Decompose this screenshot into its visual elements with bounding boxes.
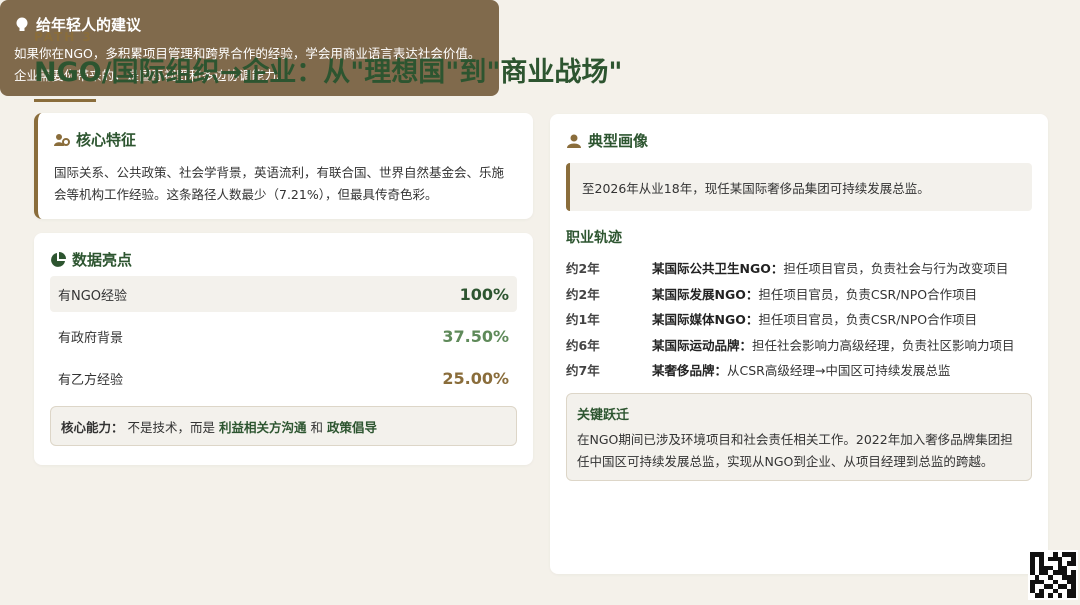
core-traits-title: 核心特征 bbox=[76, 131, 137, 149]
timeline-desc: 从CSR高级经理→中国区可持续发展总监 bbox=[727, 363, 951, 379]
qr-cell bbox=[1071, 593, 1076, 598]
stat-value: 37.50% bbox=[442, 326, 509, 346]
timeline-period: 约2年 bbox=[566, 286, 600, 302]
qr-code-icon[interactable] bbox=[1028, 550, 1078, 600]
data-highlights-title: 数据亮点 bbox=[72, 251, 133, 269]
key-transition-text: 在NGO期间已涉及环境项目和社会责任相关工作。2022年加入奢侈品牌集团担任中国… bbox=[577, 431, 1013, 469]
stat-label: 有NGO经验 bbox=[58, 288, 128, 304]
stat-row-vendor: 有乙方经验 25.00% bbox=[50, 360, 517, 396]
stat-label: 有政府背景 bbox=[58, 330, 124, 346]
timeline-period: 约2年 bbox=[566, 261, 600, 277]
timeline-item: 约6年 某国际运动品牌： 担任社会影响力高级经理，负责社区影响力项目 bbox=[566, 332, 1032, 358]
timeline-org: 某奢侈品牌： bbox=[652, 363, 728, 379]
timeline-desc: 担任项目官员，负责CSR/NPO合作项目 bbox=[758, 312, 978, 328]
timeline-item: 约2年 某国际发展NGO： 担任项目官员，负责CSR/NPO合作项目 bbox=[566, 281, 1032, 307]
career-timeline: 约2年 某国际公共卫生NGO： 担任项目官员，负责社会与行为改变项目 约2年 某… bbox=[566, 255, 1032, 383]
timeline-org: 某国际运动品牌： bbox=[652, 337, 753, 353]
core-traits-heading: 核心特征 bbox=[54, 129, 515, 150]
timeline-desc: 担任社会影响力高级经理，负责社区影响力项目 bbox=[752, 337, 1015, 353]
stat-row-government: 有政府背景 37.50% bbox=[50, 318, 517, 354]
typical-profile-card: 典型画像 至2026年从业18年，现任某国际奢侈品集团可持续发展总监。 职业轨迹… bbox=[550, 114, 1048, 574]
stat-label: 有乙方经验 bbox=[58, 372, 124, 388]
timeline-period: 约6年 bbox=[566, 337, 600, 353]
timeline-period: 约7年 bbox=[566, 363, 600, 379]
path-label: PATH 3 bbox=[34, 30, 93, 44]
timeline-org: 某国际媒体NGO： bbox=[652, 312, 759, 328]
header: PATH 3 NGO/国际组织→企业：从"理想国"到"商业战场" bbox=[34, 30, 622, 102]
timeline-desc: 担任项目官员，负责CSR/NPO合作项目 bbox=[758, 286, 978, 302]
stat-row-ngo: 有NGO经验 100% bbox=[50, 276, 517, 312]
profile-heading: 典型画像 bbox=[566, 130, 1032, 151]
core-traits-text: 国际关系、公共政策、社会学背景，英语流利，有联合国、世界自然基金会、乐施会等机构… bbox=[54, 165, 505, 202]
timeline-item: 约1年 某国际媒体NGO： 担任项目官员，负责CSR/NPO合作项目 bbox=[566, 306, 1032, 332]
lightbulb-icon bbox=[14, 17, 30, 33]
stat-value: 25.00% bbox=[442, 368, 509, 388]
data-highlights-card: 数据亮点 有NGO经验 100% 有政府背景 37.50% 有乙方经验 25.0… bbox=[34, 233, 533, 465]
timeline-org: 某国际公共卫生NGO： bbox=[652, 261, 784, 277]
core-traits-card: 核心特征 国际关系、公共政策、社会学背景，英语流利，有联合国、世界自然基金会、乐… bbox=[34, 113, 533, 219]
profile-bio: 至2026年从业18年，现任某国际奢侈品集团可持续发展总监。 bbox=[566, 163, 1032, 211]
timeline-org: 某国际发展NGO： bbox=[652, 286, 759, 302]
core-ability-highlight-1: 利益相关方沟通 bbox=[218, 419, 307, 435]
qr-pattern bbox=[1030, 552, 1076, 598]
core-ability-label: 核心能力： bbox=[61, 419, 124, 435]
timeline-item: 约7年 某奢侈品牌： 从CSR高级经理→中国区可持续发展总监 bbox=[566, 357, 1032, 383]
page-title: NGO/国际组织→企业：从"理想国"到"商业战场" bbox=[34, 57, 623, 88]
core-ability-pre: 不是技术，而是 bbox=[123, 419, 219, 435]
users-gear-icon bbox=[54, 132, 70, 148]
pie-chart-icon bbox=[50, 251, 66, 268]
core-ability-highlight-2: 政策倡导 bbox=[326, 419, 377, 435]
stat-value: 100% bbox=[459, 284, 509, 304]
timeline-item: 约2年 某国际公共卫生NGO： 担任项目官员，负责社会与行为改变项目 bbox=[566, 255, 1032, 281]
core-ability-mid: 和 bbox=[306, 419, 327, 435]
profile-title: 典型画像 bbox=[588, 132, 649, 150]
key-transition-box: 关键跃迁 在NGO期间已涉及环境项目和社会责任相关工作。2022年加入奢侈品牌集… bbox=[566, 392, 1032, 481]
core-ability-box: 核心能力： 不是技术，而是 利益相关方沟通 和 政策倡导 bbox=[50, 406, 517, 446]
timeline-period: 约1年 bbox=[566, 312, 600, 328]
title-underline bbox=[34, 99, 96, 102]
career-heading: 职业轨迹 bbox=[566, 230, 622, 246]
key-transition-title: 关键跃迁 bbox=[577, 407, 630, 423]
data-highlights-heading: 数据亮点 bbox=[50, 249, 517, 270]
user-icon bbox=[566, 133, 582, 149]
timeline-desc: 担任项目官员，负责社会与行为改变项目 bbox=[783, 261, 1009, 277]
